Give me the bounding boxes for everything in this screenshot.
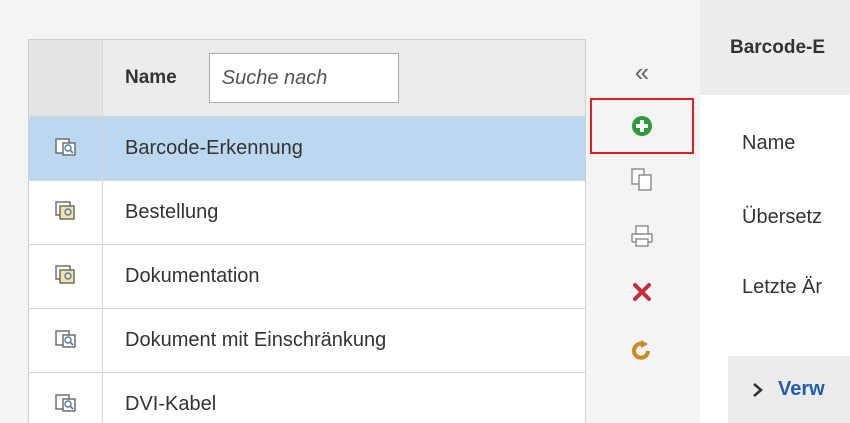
- document-search-icon: [54, 394, 76, 412]
- list-header: Name: [29, 40, 585, 117]
- document-search-icon: [54, 138, 76, 156]
- delete-button[interactable]: [590, 272, 694, 312]
- row-label: DVI-Kabel: [125, 393, 217, 415]
- field-label-last-modified: Letzte Är: [742, 276, 823, 298]
- refresh-button[interactable]: [590, 330, 694, 370]
- list-row[interactable]: Bestellung: [29, 181, 585, 245]
- field-label-name: Name: [742, 132, 796, 154]
- detail-panel: Barcode-E Name Übersetz Letzte Är Verw: [700, 0, 850, 423]
- chevron-right-icon: [753, 382, 763, 397]
- row-label: Barcode-Erkennung: [125, 137, 303, 159]
- row-label: Bestellung: [125, 201, 219, 223]
- list-row[interactable]: Dokumentation: [29, 245, 585, 309]
- document-search-icon: [54, 330, 76, 348]
- add-button[interactable]: [590, 98, 694, 154]
- row-label: Dokumentation: [125, 265, 260, 287]
- list-row[interactable]: DVI-Kabel: [29, 373, 585, 423]
- row-label: Dokument mit Einschränkung: [125, 329, 387, 351]
- copy-button[interactable]: [590, 160, 694, 200]
- name-column-header[interactable]: Name: [125, 67, 177, 89]
- list-row[interactable]: Dokument mit Einschränkung: [29, 309, 585, 373]
- delete-icon: [633, 283, 651, 301]
- add-icon: [632, 116, 652, 136]
- copy-icon: [631, 168, 652, 191]
- object-list: Name Barcode-Erkennung Bestellung: [28, 39, 586, 423]
- search-input[interactable]: [208, 53, 399, 103]
- print-icon: [631, 225, 653, 247]
- usage-section-toggle[interactable]: Verw: [728, 356, 850, 423]
- field-label-translation: Übersetz: [742, 206, 823, 228]
- detail-title: Barcode-E: [700, 0, 850, 95]
- action-toolbar: «: [590, 40, 694, 423]
- collapse-button[interactable]: «: [590, 54, 694, 90]
- refresh-icon: [632, 340, 650, 360]
- header-icon-column: [29, 40, 103, 116]
- document-group-icon: [54, 265, 75, 284]
- document-group-icon: [54, 201, 75, 220]
- print-button[interactable]: [590, 216, 694, 256]
- list-row[interactable]: Barcode-Erkennung: [29, 117, 585, 181]
- section-label: Verw: [778, 378, 825, 400]
